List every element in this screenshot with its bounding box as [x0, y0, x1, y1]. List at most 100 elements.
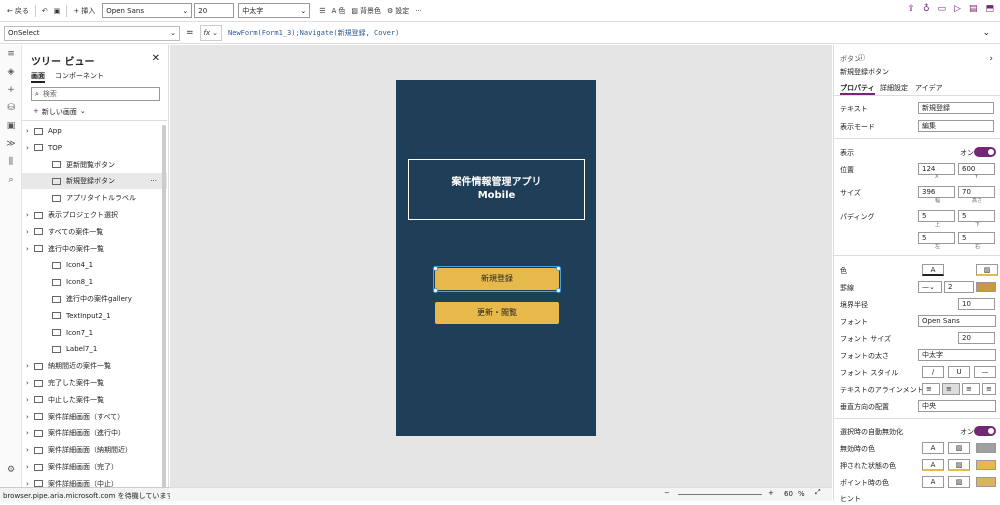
font-size-input[interactable]: 20 — [194, 3, 235, 18]
settings-button[interactable]: ⚙ 設定 — [384, 3, 412, 19]
font-select[interactable]: Open Sans — [918, 315, 996, 327]
checker-icon[interactable]: ♁ — [923, 4, 930, 14]
zoom-out-icon[interactable]: − — [664, 489, 670, 497]
tree-item[interactable]: 進行中の案件gallery — [22, 291, 167, 307]
tree-item[interactable]: › App — [22, 123, 167, 139]
fit-icon[interactable]: ⤢ — [815, 488, 821, 497]
chevron-icon[interactable]: › — [26, 429, 34, 437]
settings-icon[interactable]: ⚙ — [0, 461, 22, 479]
tab-properties[interactable]: プロパティ — [840, 83, 875, 95]
disabled-fill-icon[interactable]: ▨ — [948, 442, 970, 454]
background-button[interactable]: ▨ 背景色 — [348, 3, 384, 19]
close-icon[interactable]: ✕ — [152, 53, 160, 64]
tree-item[interactable]: › 案件詳細画面（すべて） — [22, 409, 167, 425]
border-style-select[interactable]: —⌄ — [918, 281, 942, 293]
chevron-right-icon[interactable]: › — [989, 54, 993, 64]
tree-scrollbar[interactable] — [162, 125, 166, 495]
zoom-slider[interactable] — [678, 494, 762, 495]
tree-item[interactable]: › 納期間近の案件一覧 — [22, 358, 167, 374]
tree-item[interactable]: › 完了した案件一覧 — [22, 375, 167, 391]
tree-item[interactable]: Icon8_1 — [22, 274, 167, 290]
insert-button[interactable]: + 挿入 — [70, 3, 98, 19]
more-button[interactable]: ··· — [412, 3, 425, 19]
align-left-button[interactable]: ≡ — [922, 383, 940, 395]
tree-item[interactable]: › TOP — [22, 140, 167, 156]
chevron-icon[interactable]: › — [26, 211, 34, 219]
align-right-button[interactable]: ≡ — [962, 383, 980, 395]
chevron-icon[interactable]: › — [26, 413, 34, 421]
tab-ideas[interactable]: アイデア — [915, 83, 943, 93]
tree-item[interactable]: › 案件詳細画面（納期間近） — [22, 442, 167, 458]
publish-icon[interactable]: ⬒ — [985, 4, 994, 14]
tree-item[interactable]: › 表示プロジェクト選択 — [22, 207, 167, 223]
tree-item[interactable]: Icon7_1 — [22, 325, 167, 341]
pressed-fill-icon[interactable]: ▨ — [948, 459, 970, 471]
tab-advanced[interactable]: 詳細設定 — [880, 83, 908, 93]
share-icon[interactable]: ⇪ — [907, 4, 915, 14]
font-weight-select[interactable]: 中太字 — [918, 349, 996, 361]
zoom-in-icon[interactable]: + — [768, 489, 774, 497]
chevron-icon[interactable]: › — [26, 396, 34, 404]
resize-handle[interactable] — [433, 288, 438, 293]
chevron-icon[interactable]: › — [26, 362, 34, 370]
strikethrough-button[interactable]: — — [974, 366, 996, 378]
radius-input[interactable]: 10 — [958, 298, 995, 310]
undo-button[interactable]: ↶ — [39, 3, 51, 19]
app-title-label[interactable]: 案件情報管理アプリ Mobile — [408, 159, 585, 220]
chevron-icon[interactable]: › — [26, 245, 34, 253]
power-automate-icon[interactable]: ≫ — [0, 135, 22, 153]
comment-icon[interactable]: ▭ — [938, 4, 947, 14]
auto-disable-toggle[interactable] — [974, 426, 996, 436]
help-icon[interactable]: ⓘ — [858, 53, 865, 63]
resize-handle[interactable] — [556, 266, 561, 271]
tree-item[interactable]: › 案件詳細画面（進行中） — [22, 425, 167, 441]
tree-item[interactable]: 新規登録ボタン ··· — [22, 173, 167, 190]
chevron-icon[interactable]: › — [26, 144, 34, 152]
disabled-color-swatch[interactable] — [976, 443, 996, 453]
font-select[interactable]: Open Sans ⌄ — [102, 3, 193, 18]
visible-toggle[interactable] — [974, 147, 996, 157]
tab-components[interactable]: コンポーネント — [55, 71, 104, 81]
fx-button[interactable]: fx ⌄ — [199, 25, 223, 41]
tree-item[interactable]: › すべての案件一覧 — [22, 224, 167, 240]
align-center-button[interactable]: ≡ — [942, 383, 960, 395]
property-select[interactable]: OnSelect ⌄ — [4, 25, 180, 41]
update-view-button[interactable]: 更新・閲覧 — [435, 302, 559, 324]
chevron-icon[interactable]: › — [26, 379, 34, 387]
tree-item[interactable]: › 案件詳細画面（完了） — [22, 459, 167, 475]
paste-button[interactable]: ▣ — [51, 3, 64, 19]
tree-item[interactable]: Label7_1 — [22, 341, 167, 357]
insert-icon[interactable]: + — [0, 81, 22, 99]
layers-icon[interactable]: ◈ — [0, 63, 22, 81]
hover-color-swatch[interactable] — [976, 477, 996, 487]
pressed-text-color-icon[interactable]: A — [922, 459, 944, 471]
chevron-icon[interactable]: › — [26, 127, 34, 135]
tree-item[interactable]: TextInput2_1 — [22, 308, 167, 324]
chevron-icon[interactable]: › — [26, 228, 34, 236]
chevron-icon[interactable]: › — [26, 463, 34, 471]
tree-item[interactable]: Icon4_1 — [22, 257, 167, 273]
play-icon[interactable]: ▷ — [954, 4, 961, 14]
chevron-icon[interactable]: › — [26, 446, 34, 454]
tree-item[interactable]: › 中止した案件一覧 — [22, 392, 167, 408]
italic-button[interactable]: / — [922, 366, 944, 378]
save-icon[interactable]: ▤ — [969, 4, 978, 14]
border-color-swatch[interactable] — [976, 282, 996, 292]
variables-icon[interactable]: ⫼ — [0, 153, 22, 171]
control-name[interactable]: 新規登録ボタン — [840, 67, 889, 77]
media-icon[interactable]: ▣ — [0, 117, 22, 135]
fill-color-icon[interactable]: ▨ — [976, 264, 998, 276]
display-mode-select[interactable]: 編集 — [918, 120, 994, 132]
text-input[interactable]: 新規登録 — [918, 102, 994, 114]
pressed-color-swatch[interactable] — [976, 460, 996, 470]
tree-item[interactable]: 更新閲覧ボタン — [22, 157, 167, 173]
hamburger-icon[interactable]: ≡ — [0, 45, 22, 63]
tree-item[interactable]: アプリタイトルラベル — [22, 190, 167, 206]
align-button[interactable]: ☰ — [316, 3, 328, 19]
font-size-input[interactable]: 20 — [958, 332, 995, 344]
data-icon[interactable]: ⛁ — [0, 99, 22, 117]
expand-chevron-icon[interactable]: ⌄ — [982, 28, 990, 38]
tree-item[interactable]: › 進行中の案件一覧 — [22, 241, 167, 257]
new-registration-button[interactable]: 新規登録 — [433, 266, 561, 292]
font-weight-select[interactable]: 中太字 ⌄ — [238, 3, 311, 18]
